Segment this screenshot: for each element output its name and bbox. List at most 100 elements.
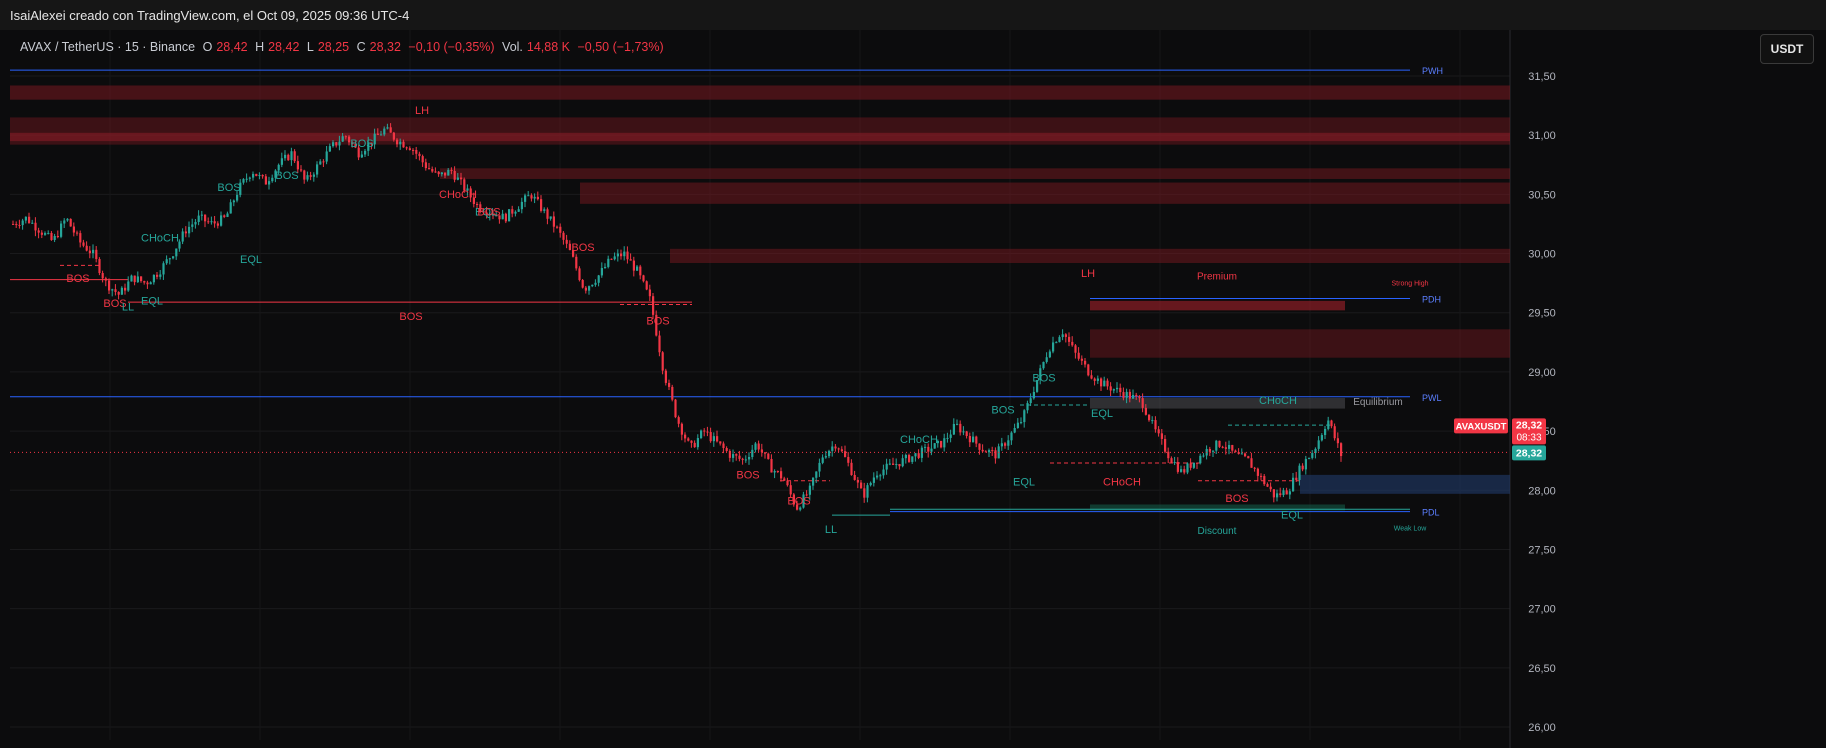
candle-body — [261, 174, 264, 177]
candle-body — [290, 151, 293, 161]
candle-body — [1064, 334, 1067, 337]
candle-body — [1093, 378, 1096, 381]
candle-body — [892, 463, 895, 465]
candle-body — [1119, 387, 1122, 393]
candle-body — [293, 151, 296, 162]
candle-body — [18, 224, 21, 226]
candle-body — [309, 175, 312, 177]
price-zone — [1090, 397, 1345, 409]
candle-body — [1042, 361, 1045, 369]
candle-body — [200, 214, 203, 216]
candle-body — [1055, 342, 1058, 344]
structure-label-eql: EQL — [1091, 408, 1113, 420]
candle-body — [72, 226, 75, 233]
candle-body — [610, 258, 613, 260]
candle-body — [1288, 491, 1291, 495]
candle-body — [594, 282, 597, 285]
candle-body — [428, 168, 431, 170]
candlestick-chart[interactable]: PWHPDHPWLPDLLHBOSBOSBOSCHoCHEQLBOSCHoCHE… — [0, 0, 1826, 748]
candle-body — [562, 232, 565, 240]
candle-body — [693, 442, 696, 448]
candle-body — [671, 386, 674, 400]
candle-body — [719, 441, 722, 444]
candle-body — [818, 462, 821, 472]
candle-body — [706, 431, 709, 433]
candle-body — [28, 216, 31, 223]
candle-body — [1183, 469, 1186, 473]
candle-body — [268, 181, 271, 185]
candle-body — [66, 218, 69, 221]
countdown-tag: 08:33 — [1516, 432, 1541, 443]
candle-body — [975, 436, 978, 444]
candle-body — [764, 452, 767, 454]
candle-body — [588, 286, 591, 291]
candle-body — [757, 443, 760, 450]
candle-body — [962, 431, 965, 433]
candle-body — [530, 195, 533, 199]
candle-body — [1330, 420, 1333, 427]
candle-body — [21, 220, 24, 226]
structure-label-bos: BOS — [1032, 372, 1055, 384]
candle-body — [1052, 342, 1055, 352]
candle-body — [1186, 463, 1189, 473]
candle-body — [172, 256, 175, 259]
candle-body — [162, 263, 165, 275]
structure-label-eql: EQL — [240, 254, 262, 266]
high-label: H — [255, 40, 265, 54]
candle-body — [88, 250, 91, 254]
candle-body — [188, 226, 191, 234]
candle-body — [418, 153, 421, 157]
candle-body — [508, 209, 511, 222]
candle-body — [1164, 438, 1167, 452]
candle-body — [674, 399, 677, 418]
candle-body — [1125, 391, 1128, 398]
candle-body — [789, 485, 792, 495]
candle-body — [1167, 451, 1170, 459]
y-tick-label: 29,50 — [1528, 308, 1556, 320]
candle-body — [437, 171, 440, 175]
candle-body — [50, 232, 53, 240]
candle-body — [312, 174, 315, 177]
candle-body — [668, 382, 671, 387]
candle-body — [338, 141, 341, 146]
candle-body — [1272, 489, 1275, 498]
candle-body — [664, 370, 667, 383]
candle-body — [850, 462, 853, 475]
candle-body — [514, 211, 517, 214]
candle-body — [223, 215, 226, 217]
candle-body — [1253, 467, 1256, 469]
candle-body — [940, 440, 943, 448]
candle-body — [1154, 420, 1157, 430]
candle-body — [245, 178, 248, 180]
candle-body — [104, 278, 107, 281]
candle-body — [575, 256, 578, 269]
candle-body — [207, 221, 210, 223]
candle-body — [1234, 450, 1237, 453]
candle-body — [232, 200, 235, 203]
candle-body — [1240, 453, 1243, 455]
open-value: 28,42 — [216, 40, 248, 54]
candle-body — [210, 221, 213, 223]
candle-body — [120, 287, 123, 295]
candle-body — [1084, 360, 1087, 365]
price-zone — [440, 168, 1510, 179]
currency-button[interactable]: USDT — [1760, 34, 1814, 64]
symbol-name[interactable]: AVAX / TetherUS · 15 · Binance — [20, 40, 195, 54]
candle-body — [581, 279, 584, 288]
candle-body — [1212, 450, 1215, 452]
candle-body — [1228, 445, 1231, 449]
candle-body — [847, 456, 850, 463]
candle-body — [620, 253, 623, 257]
candle-body — [306, 175, 309, 180]
candle-body — [1244, 453, 1247, 457]
candle-body — [184, 231, 187, 234]
candle-body — [552, 216, 555, 227]
candle-body — [786, 480, 789, 486]
candle-body — [821, 457, 824, 463]
candle-body — [632, 260, 635, 271]
candle-body — [1013, 427, 1016, 433]
candle-body — [956, 423, 959, 425]
candle-body — [917, 453, 920, 458]
candle-body — [511, 209, 514, 214]
candle-body — [264, 176, 267, 185]
